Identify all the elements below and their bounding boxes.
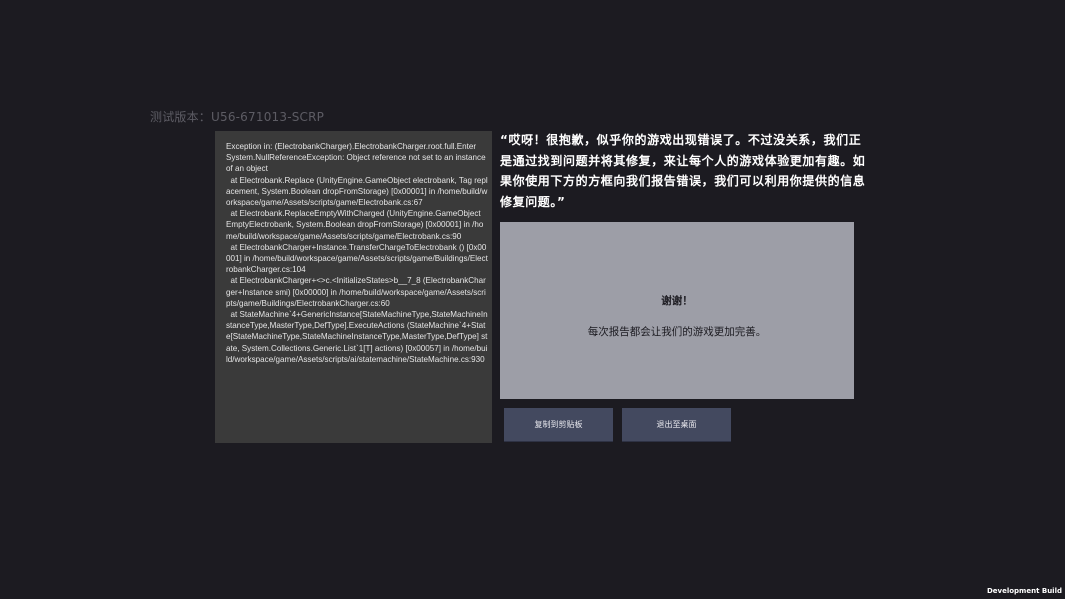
apology-message: “哎呀！很抱歉，似乎你的游戏出现错误了。不过没关系，我们正是通过找到问题并将其修… [500, 133, 866, 209]
exit-to-desktop-button[interactable]: 退出至桌面 [622, 408, 731, 442]
thanks-subtitle: 每次报告都会让我们的游戏更加完善。 [587, 325, 767, 338]
development-build-label: Development Build [986, 587, 1062, 595]
crash-screen: 测试版本：U56-671013-SCRP Exception in: (Elec… [0, 0, 1065, 599]
copy-to-clipboard-button[interactable]: 复制到剪贴板 [504, 408, 613, 442]
report-box[interactable]: 谢谢！ 每次报告都会让我们的游戏更加完善。 [500, 222, 854, 399]
thanks-title: 谢谢！ [661, 294, 693, 307]
error-log-text: Exception in: (ElectrobankCharger).Elect… [226, 142, 488, 364]
error-log-panel[interactable]: Exception in: (ElectrobankCharger).Elect… [215, 131, 492, 443]
version-label: 测试版本：U56-671013-SCRP [150, 110, 325, 124]
log-scrollbar[interactable] [489, 131, 492, 443]
